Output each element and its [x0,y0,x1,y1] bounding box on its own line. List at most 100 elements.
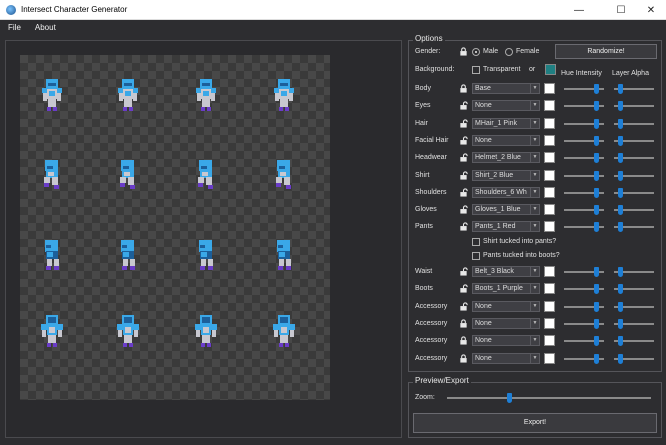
hue-intensity-slider[interactable] [564,204,604,216]
layer-alpha-slider[interactable] [614,221,654,233]
chevron-down-icon[interactable]: ▼ [530,301,539,311]
lock-icon[interactable] [459,47,468,56]
chevron-down-icon[interactable]: ▼ [530,284,539,294]
unlock-icon[interactable] [459,136,468,145]
maximize-button[interactable]: ☐ [606,0,636,20]
layer-alpha-slider[interactable] [614,301,654,312]
layer-alpha-slider[interactable] [614,318,654,329]
chevron-down-icon[interactable]: ▼ [530,170,539,180]
menu-file[interactable]: File [8,23,21,32]
lock-icon[interactable] [459,319,468,328]
layer-dropdown[interactable]: None ▼ [472,352,540,364]
shirt-tucked-checkbox[interactable] [472,238,480,246]
layer-alpha-slider[interactable] [614,187,654,198]
hue-intensity-slider[interactable] [564,221,604,233]
layer-color-swatch[interactable] [544,335,555,347]
layer-alpha-slider[interactable] [614,135,654,146]
hue-intensity-slider[interactable] [564,353,604,364]
hue-intensity-slider[interactable] [564,83,604,94]
chevron-down-icon[interactable]: ▼ [530,353,539,363]
randomize-button[interactable]: Randomize! [555,44,657,59]
chevron-down-icon[interactable]: ▼ [530,118,539,128]
layer-color-swatch[interactable] [544,352,555,364]
layer-alpha-slider[interactable] [614,283,654,295]
unlock-icon[interactable] [459,205,468,214]
unlock-icon[interactable] [459,301,468,311]
layer-alpha-slider[interactable] [614,100,654,112]
hue-intensity-slider[interactable] [564,170,604,181]
layer-color-swatch[interactable] [544,152,555,164]
gender-female-radio[interactable] [505,48,513,56]
layer-dropdown[interactable]: Pants_1 Red ▼ [472,221,540,233]
hue-intensity-slider[interactable] [564,335,604,347]
layer-color-swatch[interactable] [544,283,555,295]
layer-color-swatch[interactable] [544,100,555,112]
layer-alpha-slider[interactable] [614,335,654,347]
minimize-button[interactable]: — [564,0,594,20]
layer-alpha-slider[interactable] [614,266,654,277]
lock-icon[interactable] [459,353,468,363]
layer-color-swatch[interactable] [544,300,555,312]
pants-tucked-checkbox[interactable] [472,252,480,260]
zoom-slider[interactable] [447,392,651,403]
unlock-icon[interactable] [459,222,468,231]
layer-color-swatch[interactable] [544,186,555,198]
menu-about[interactable]: About [35,23,56,32]
layer-dropdown[interactable]: Helmet_2 Blue ▼ [472,152,540,164]
layer-dropdown[interactable]: None ▼ [472,335,540,347]
gender-male-radio[interactable] [472,48,480,56]
lock-icon[interactable] [459,336,468,345]
layer-dropdown[interactable]: Shoulders_6 Wh ▼ [472,186,540,198]
hue-intensity-slider[interactable] [564,152,604,164]
shirt-tucked-label[interactable]: Shirt tucked into pants? [483,238,556,245]
hue-intensity-slider[interactable] [564,187,604,198]
gender-female-label[interactable]: Female [516,48,539,55]
layer-color-swatch[interactable] [544,317,555,329]
layer-dropdown[interactable]: Base ▼ [472,83,540,94]
zoom-slider-thumb[interactable] [507,393,512,403]
unlock-icon[interactable] [459,170,468,180]
close-button[interactable]: ✕ [636,0,666,20]
layer-alpha-slider[interactable] [614,152,654,164]
chevron-down-icon[interactable]: ▼ [530,187,539,197]
hue-intensity-slider[interactable] [564,301,604,312]
unlock-icon[interactable] [459,267,468,276]
layer-dropdown[interactable]: MHair_1 Pink ▼ [472,117,540,129]
layer-dropdown[interactable]: Boots_1 Purple ▼ [472,283,540,295]
transparent-label[interactable]: Transparent [483,66,520,73]
chevron-down-icon[interactable]: ▼ [530,135,539,145]
layer-alpha-slider[interactable] [614,170,654,181]
layer-alpha-slider[interactable] [614,353,654,364]
layer-color-swatch[interactable] [544,266,555,277]
export-button[interactable]: Export! [413,413,657,433]
hue-intensity-slider[interactable] [564,118,604,129]
hue-intensity-slider[interactable] [564,318,604,329]
chevron-down-icon[interactable]: ▼ [530,267,539,276]
layer-dropdown[interactable]: Gloves_1 Blue ▼ [472,204,540,216]
chevron-down-icon[interactable]: ▼ [530,336,539,346]
chevron-down-icon[interactable]: ▼ [530,84,539,93]
layer-color-swatch[interactable] [544,169,555,181]
layer-alpha-slider[interactable] [614,204,654,216]
layer-dropdown[interactable]: Shirt_2 Blue ▼ [472,169,540,181]
unlock-icon[interactable] [459,101,468,110]
chevron-down-icon[interactable]: ▼ [530,222,539,232]
chevron-down-icon[interactable]: ▼ [530,101,539,111]
layer-alpha-slider[interactable] [614,83,654,94]
layer-color-swatch[interactable] [544,204,555,216]
gender-male-label[interactable]: Male [483,48,498,55]
chevron-down-icon[interactable]: ▼ [530,318,539,328]
unlock-icon[interactable] [459,188,468,197]
hue-intensity-slider[interactable] [564,266,604,277]
unlock-icon[interactable] [459,118,468,128]
hue-intensity-slider[interactable] [564,100,604,112]
layer-alpha-slider[interactable] [614,118,654,129]
background-color-swatch[interactable] [545,64,556,75]
unlock-icon[interactable] [459,153,468,162]
layer-color-swatch[interactable] [544,134,555,146]
layer-dropdown[interactable]: None ▼ [472,100,540,112]
hue-intensity-slider[interactable] [564,135,604,146]
transparent-checkbox[interactable] [472,66,480,74]
layer-color-swatch[interactable] [544,83,555,94]
layer-color-swatch[interactable] [544,221,555,233]
